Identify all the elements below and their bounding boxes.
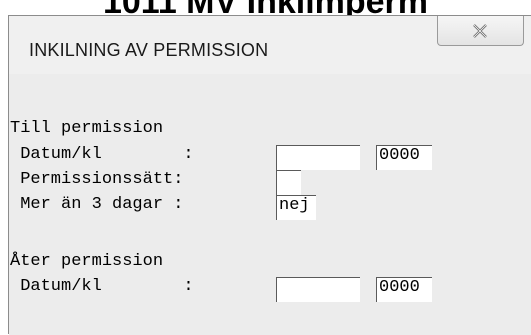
- permission-dialog: INKILNING AV PERMISSION Till permission …: [8, 15, 531, 335]
- section-heading-ater: Åter permission: [10, 252, 164, 271]
- section-heading-till: Till permission: [10, 119, 164, 138]
- ater-kl-input[interactable]: 0000: [376, 277, 432, 302]
- till-kl-input[interactable]: 0000: [376, 145, 432, 170]
- mer-an-3-dagar-label: Mer än 3 dagar :: [10, 195, 184, 214]
- permissionssatt-label: Permissionssätt:: [10, 170, 184, 189]
- ater-datum-label: Datum/kl :: [10, 277, 194, 296]
- window-title: INKILNING AV PERMISSION: [29, 40, 269, 60]
- mer-an-3-dagar-input[interactable]: nej: [276, 195, 316, 220]
- close-button[interactable]: [437, 16, 524, 46]
- till-datum-label: Datum/kl :: [10, 145, 194, 164]
- dialog-content: Till permission Datum/kl : 0000 Permissi…: [9, 74, 531, 335]
- permissionssatt-input[interactable]: [276, 170, 301, 195]
- till-datum-input[interactable]: [276, 145, 360, 170]
- close-x-icon: [473, 24, 487, 38]
- title-bar: INKILNING AV PERMISSION: [9, 16, 531, 74]
- ater-datum-input[interactable]: [276, 277, 360, 302]
